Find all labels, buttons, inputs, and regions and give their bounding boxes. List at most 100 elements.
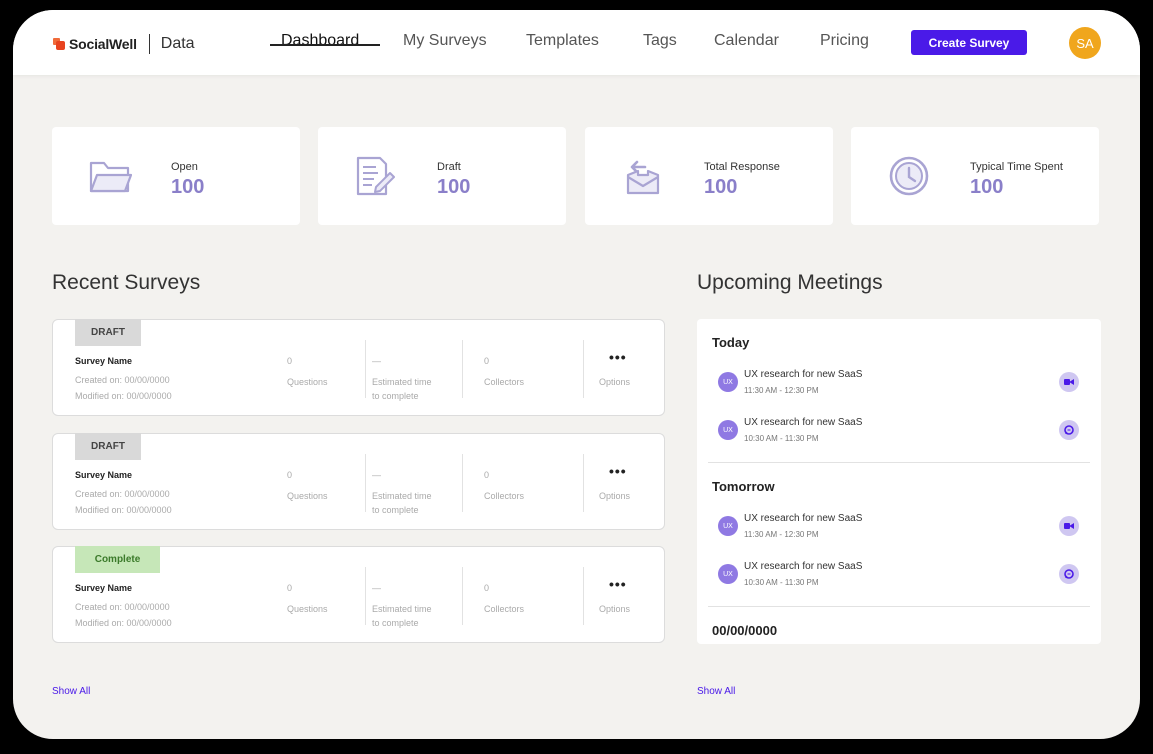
group-divider — [708, 462, 1090, 463]
group-divider — [708, 606, 1090, 607]
survey-name: Survey Name — [75, 583, 133, 593]
estimated-time-label: Estimated time to complete — [372, 604, 432, 628]
show-all-meetings-link[interactable]: Show All — [697, 686, 735, 697]
meeting-avatar: UX — [718, 420, 738, 440]
nav-templates[interactable]: Templates — [526, 32, 599, 50]
nav-my-surveys[interactable]: My Surveys — [403, 32, 487, 50]
more-options-icon[interactable]: ••• — [609, 463, 627, 479]
stat-value: 100 — [704, 176, 738, 198]
meeting-title[interactable]: UX research for new SaaS — [744, 561, 862, 572]
more-options-icon[interactable]: ••• — [609, 576, 627, 592]
nav-active-indicator — [270, 44, 380, 46]
survey-created-date: Created on: 00/00/0000 — [75, 489, 170, 499]
estimated-time-label: Estimated time to complete — [372, 491, 432, 515]
estimated-time-value: — — [372, 356, 381, 366]
column-divider — [462, 340, 463, 398]
meeting-avatar: UX — [718, 564, 738, 584]
collectors-count: 0 — [484, 470, 490, 480]
collectors-count: 0 — [484, 356, 490, 366]
survey-created-date: Created on: 00/00/0000 — [75, 602, 170, 612]
stat-label: Open — [171, 161, 198, 173]
upcoming-meetings-title: Upcoming Meetings — [697, 271, 883, 294]
meeting-time: 11:30 AM - 12:30 PM — [744, 386, 819, 395]
questions-count: 0 — [287, 583, 293, 593]
stat-card-total-response[interactable]: Total Response 100 — [585, 127, 833, 225]
survey-card[interactable]: DRAFT Survey Name Created on: 00/00/0000… — [52, 433, 665, 530]
brand-divider — [148, 34, 150, 54]
clock-icon — [889, 156, 929, 196]
brand-name: SocialWell — [69, 36, 137, 52]
meeting-day-title: Today — [712, 335, 750, 350]
recent-surveys-title: Recent Surveys — [52, 271, 201, 294]
stat-value: 100 — [171, 176, 205, 198]
stat-value: 100 — [437, 176, 471, 198]
nav-tags[interactable]: Tags — [643, 32, 677, 50]
nav-pricing[interactable]: Pricing — [820, 32, 869, 50]
top-nav-bar: SocialWell Data Dashboard My Surveys Tem… — [13, 10, 1140, 75]
socialwell-logo-icon — [53, 38, 65, 50]
collectors-label: Collectors — [484, 491, 525, 501]
column-divider — [462, 454, 463, 512]
questions-count: 0 — [287, 470, 293, 480]
survey-name: Survey Name — [75, 470, 133, 480]
status-badge: DRAFT — [75, 319, 141, 346]
meeting-avatar: UX — [718, 372, 738, 392]
questions-label: Questions — [287, 491, 328, 501]
options-label[interactable]: Options — [599, 602, 630, 616]
meeting-time: 10:30 AM - 11:30 PM — [744, 434, 819, 443]
estimated-time-label: Estimated time to complete — [372, 377, 432, 401]
options-label[interactable]: Options — [599, 489, 630, 503]
survey-card[interactable]: Complete Survey Name Created on: 00/00/0… — [52, 546, 665, 643]
folder-icon — [89, 161, 132, 193]
show-all-surveys-link[interactable]: Show All — [52, 686, 90, 697]
stat-value: 100 — [970, 176, 1004, 198]
column-divider — [365, 567, 366, 625]
estimated-time-value: — — [372, 470, 381, 480]
column-divider — [583, 340, 584, 398]
survey-name: Survey Name — [75, 356, 133, 366]
user-avatar[interactable]: SA — [1069, 27, 1101, 59]
stat-label: Typical Time Spent — [970, 161, 1063, 173]
collectors-count: 0 — [484, 583, 490, 593]
brand-logo[interactable]: SocialWell Data — [53, 34, 195, 54]
status-badge: DRAFT — [75, 433, 141, 460]
survey-card[interactable]: DRAFT Survey Name Created on: 00/00/0000… — [52, 319, 665, 416]
meeting-day-title: 00/00/0000 — [712, 623, 778, 638]
more-options-icon[interactable]: ••• — [609, 349, 627, 365]
questions-label: Questions — [287, 604, 328, 614]
meeting-day-title: Tomorrow — [712, 479, 775, 494]
nav-calendar[interactable]: Calendar — [714, 32, 779, 50]
stat-card-open[interactable]: Open 100 — [52, 127, 300, 225]
collectors-label: Collectors — [484, 604, 525, 614]
meeting-title[interactable]: UX research for new SaaS — [744, 513, 862, 524]
stat-label: Total Response — [704, 161, 780, 173]
nav-dashboard[interactable]: Dashboard — [281, 32, 359, 50]
app-window: SocialWell Data Dashboard My Surveys Tem… — [13, 10, 1140, 739]
questions-count: 0 — [287, 356, 293, 366]
estimated-time-value: — — [372, 583, 381, 593]
chat-icon[interactable] — [1059, 420, 1079, 440]
meeting-title[interactable]: UX research for new SaaS — [744, 417, 862, 428]
options-label[interactable]: Options — [599, 375, 630, 389]
document-edit-icon — [356, 156, 395, 196]
survey-modified-date: Modified on: 00/00/0000 — [75, 391, 172, 401]
collectors-label: Collectors — [484, 377, 525, 387]
chat-icon[interactable] — [1059, 564, 1079, 584]
column-divider — [583, 454, 584, 512]
video-icon[interactable] — [1059, 372, 1079, 392]
status-badge: Complete — [75, 546, 160, 573]
create-survey-button[interactable]: Create Survey — [911, 30, 1027, 55]
column-divider — [365, 340, 366, 398]
column-divider — [462, 567, 463, 625]
stat-card-draft[interactable]: Draft 100 — [318, 127, 566, 225]
meeting-title[interactable]: UX research for new SaaS — [744, 369, 862, 380]
survey-modified-date: Modified on: 00/00/0000 — [75, 505, 172, 515]
stat-card-time-spent[interactable]: Typical Time Spent 100 — [851, 127, 1099, 225]
meeting-avatar: UX — [718, 516, 738, 536]
stat-label: Draft — [437, 161, 461, 173]
meeting-time: 11:30 AM - 12:30 PM — [744, 530, 819, 539]
survey-modified-date: Modified on: 00/00/0000 — [75, 618, 172, 628]
brand-section: Data — [160, 35, 195, 52]
column-divider — [365, 454, 366, 512]
video-icon[interactable] — [1059, 516, 1079, 536]
